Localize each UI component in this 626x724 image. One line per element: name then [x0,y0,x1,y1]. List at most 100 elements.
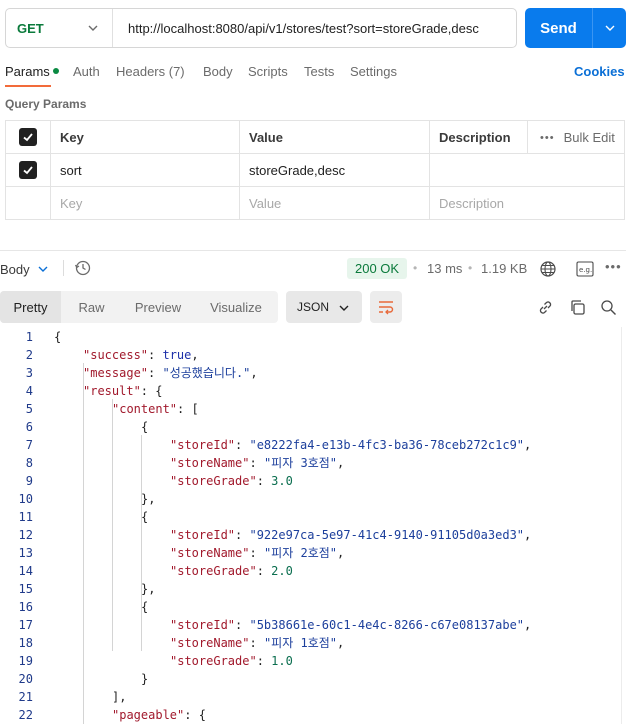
wrap-lines-button[interactable] [370,291,402,323]
response-body-viewer[interactable]: 1{2 "success": true, 3 "message": "성공했습니다."… [0,327,626,724]
code-token: } [141,672,149,686]
code-token: true [162,348,192,362]
format-select[interactable]: JSON [286,291,362,323]
active-tab-underline [5,85,51,87]
code-token: : [256,564,272,578]
empty-checkbox-cell [6,187,51,220]
line-number: 11 [18,510,33,524]
response-size[interactable]: 1.19 KB [481,261,527,276]
param-key-input[interactable]: sort [51,154,240,186]
new-description-input[interactable]: Description [430,187,624,220]
method-select[interactable]: GET [6,9,113,47]
method-label: GET [17,20,44,36]
code-text: "pageable": { [112,706,206,724]
code-token: ], [112,690,127,704]
chevron-down-icon [605,25,614,31]
code-token: "storeId" [170,438,236,452]
code-line: 6{ [0,418,626,436]
separator [63,260,64,276]
line-number: 2 [25,348,33,362]
code-text: "success": true, [83,346,199,364]
code-line: 22 "pageable": { [0,706,626,724]
tab-tests[interactable]: Tests [304,64,334,79]
new-key-input[interactable]: Key [51,187,240,220]
code-token: "pageable" [112,708,185,722]
code-token: : { [184,708,206,722]
code-text: { [54,328,61,346]
code-text: }, [141,580,155,598]
new-value-input[interactable]: Value [240,187,430,220]
line-number: 21 [18,690,33,704]
pane-divider[interactable] [0,250,626,251]
line-number: 10 [18,492,33,506]
tab-auth[interactable]: Auth [73,64,100,79]
code-token: "성공했습니다." [162,366,251,380]
history-icon[interactable] [74,259,92,277]
send-label: Send [540,19,577,37]
select-all-checkbox[interactable] [19,128,37,146]
code-line: 9 "storeGrade": 3.0 [0,472,626,490]
code-text: "storeId": "922e97ca-5e97-41c4-9140-9110… [170,526,531,544]
code-token: "피자 3호점" [263,456,337,470]
code-token: : [256,474,272,488]
code-line: 1{ [0,328,626,346]
code-text: ], [112,688,126,706]
code-text: "storeGrade": 2.0 [170,562,293,580]
cookies-link[interactable]: Cookies [574,64,625,79]
bulk-edit-button[interactable]: ••• Bulk Edit [527,121,624,154]
code-token: { [141,510,149,524]
tab-params[interactable]: Params [5,64,59,79]
code-token: "피자 1호점" [263,636,337,650]
url-bar: GET http://localhost:8080/api/v1/stores/… [5,8,517,48]
code-token: "storeGrade" [170,564,257,578]
code-token: "storeId" [170,618,236,632]
response-body-dropdown[interactable]: Body [0,262,30,277]
code-text: "storeId": "5b38661e-60c1-4e4c-8266-c67e… [170,616,531,634]
param-value-input[interactable]: storeGrade,desc [240,154,430,186]
code-text: "storeGrade": 3.0 [170,472,293,490]
code-line: 21], [0,688,626,706]
row-checkbox-cell [6,154,51,186]
code-line: 20} [0,670,626,688]
more-icon[interactable]: ••• [605,259,622,274]
select-all-cell [6,121,51,153]
tab-headers[interactable]: Headers (7) [116,64,185,79]
tab-scripts[interactable]: Scripts [248,64,288,79]
code-token: : [235,438,250,452]
send-button[interactable]: Send [525,8,626,48]
tab-body[interactable]: Body [203,64,233,79]
tab-params-label: Params [5,64,50,79]
code-line: 13 "storeName": "피자 2호점", [0,544,626,562]
copy-icon[interactable] [569,299,586,316]
param-description-input[interactable] [430,154,624,186]
tab-preview[interactable]: Preview [122,291,194,323]
code-token: , [524,528,532,542]
tab-raw[interactable]: Raw [61,291,122,323]
code-text: "storeName": "피자 1호점", [170,634,344,652]
send-dropdown-button[interactable] [592,8,626,48]
tab-visualize[interactable]: Visualize [194,291,278,323]
code-token: , [337,636,345,650]
line-number: 5 [25,402,33,416]
link-icon[interactable] [537,299,554,316]
tab-settings[interactable]: Settings [350,64,397,79]
chevron-down-icon [38,266,48,272]
tab-pretty[interactable]: Pretty [0,291,61,323]
code-token: : [148,366,163,380]
globe-icon[interactable] [539,260,557,278]
code-token: "e8222fa4-e13b-4fc3-ba36-78ceb272c1c9" [249,438,525,452]
response-time[interactable]: 13 ms [427,261,462,276]
code-text: "storeName": "피자 3호점", [170,454,344,472]
row-enabled-checkbox[interactable] [19,161,37,179]
wrap-lines-icon [379,301,394,315]
save-example-icon[interactable]: e.g. [576,261,594,277]
code-text: "storeGrade": 1.0 [170,652,293,670]
response-bar: Body 200 OK • 13 ms • 1.19 KB e.g. ••• [0,257,626,281]
code-line: 5 "content": [ [0,400,626,418]
search-icon[interactable] [600,299,617,316]
code-line: 4 "result": { [0,382,626,400]
scrollbar-track[interactable] [621,327,622,724]
status-badge[interactable]: 200 OK [347,258,408,279]
code-line: 16 { [0,598,626,616]
url-input[interactable]: http://localhost:8080/api/v1/stores/test… [113,21,479,36]
